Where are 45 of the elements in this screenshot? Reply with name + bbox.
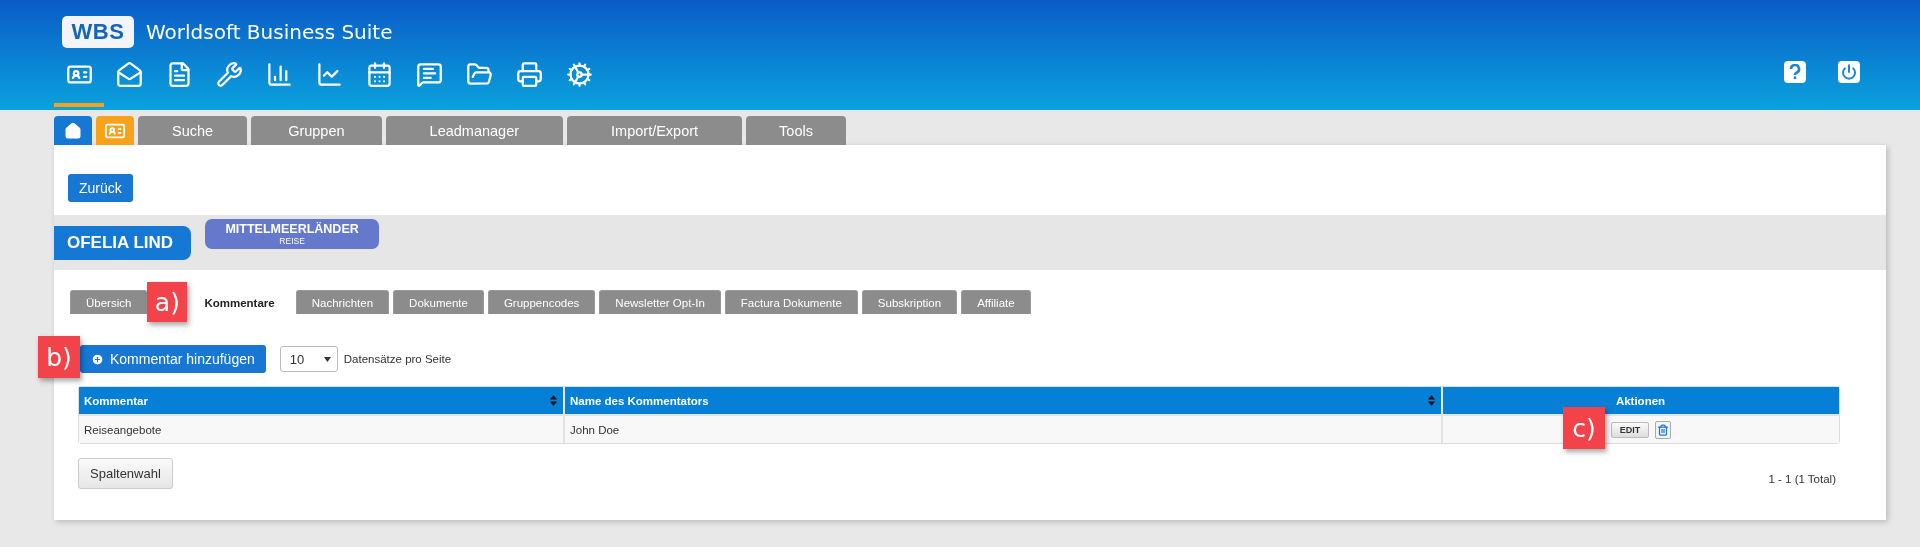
page-size-select[interactable]: 10 [279,346,338,372]
sub-tab[interactable]: Dokumente [393,290,484,314]
nav-tab[interactable]: Tools [746,116,846,145]
annotation-marker: a) [147,282,188,322]
annotation-marker: c) [1563,407,1605,449]
app-title: Worldsoft Business Suite [146,20,393,44]
logo: WBS [62,16,134,48]
sort-icon[interactable] [1428,395,1435,406]
power-icon[interactable] [1838,61,1860,83]
column-choice-button[interactable]: Spaltenwahl [78,458,173,489]
sub-tab[interactable]: Newsletter Opt-In [599,290,721,314]
column-title: Aktionen [1615,394,1666,407]
delete-icon[interactable] [1655,420,1672,439]
sub-tab[interactable]: Übersich [70,290,148,314]
sub-tab[interactable]: Subskription [861,290,958,314]
nav-tab[interactable]: Leadmanager [385,116,564,145]
table-cell: Reiseangebote [79,416,563,443]
contact-card-tab[interactable] [96,116,134,145]
column-header[interactable]: Name des Kommentators [565,387,1441,414]
home-tab[interactable] [54,116,92,145]
sub-tab[interactable]: Factura Dokumente [724,290,858,314]
sort-icon[interactable] [550,395,557,406]
add-comment-button[interactable]: Kommentar hinzufügen [80,345,266,373]
home-icon[interactable] [64,121,82,140]
contact-name: OFELIA LIND [54,226,192,260]
table-cell: John Doe [565,416,1441,443]
plus-icon [91,352,104,366]
column-title: Name des Kommentators [570,394,709,407]
group-name: MITTELMEERLÄNDER [225,222,359,236]
sub-tab[interactable]: Affiliate [961,290,1031,314]
edit-button[interactable]: EDIT [1610,421,1650,438]
nav-tab[interactable]: Gruppen [251,116,382,145]
annotation-marker: b) [38,336,80,378]
page-size-label: Datensätze pro Seite [343,353,452,365]
back-button[interactable]: Zurück [68,174,133,202]
help-icon[interactable] [1784,61,1806,83]
nav-tab[interactable]: Import/Export [567,116,743,145]
group-category: REISE [279,236,305,246]
nav-tab[interactable]: Suche [138,116,248,145]
sub-tab[interactable]: Nachrichten [295,290,390,314]
pagination-info: 1 - 1 (1 Total) [1768,473,1836,485]
sub-tab[interactable]: Gruppencodes [487,290,596,314]
caret-icon [323,356,331,362]
column-title: Kommentar [84,394,148,407]
column-header[interactable]: Kommentar [79,387,563,414]
